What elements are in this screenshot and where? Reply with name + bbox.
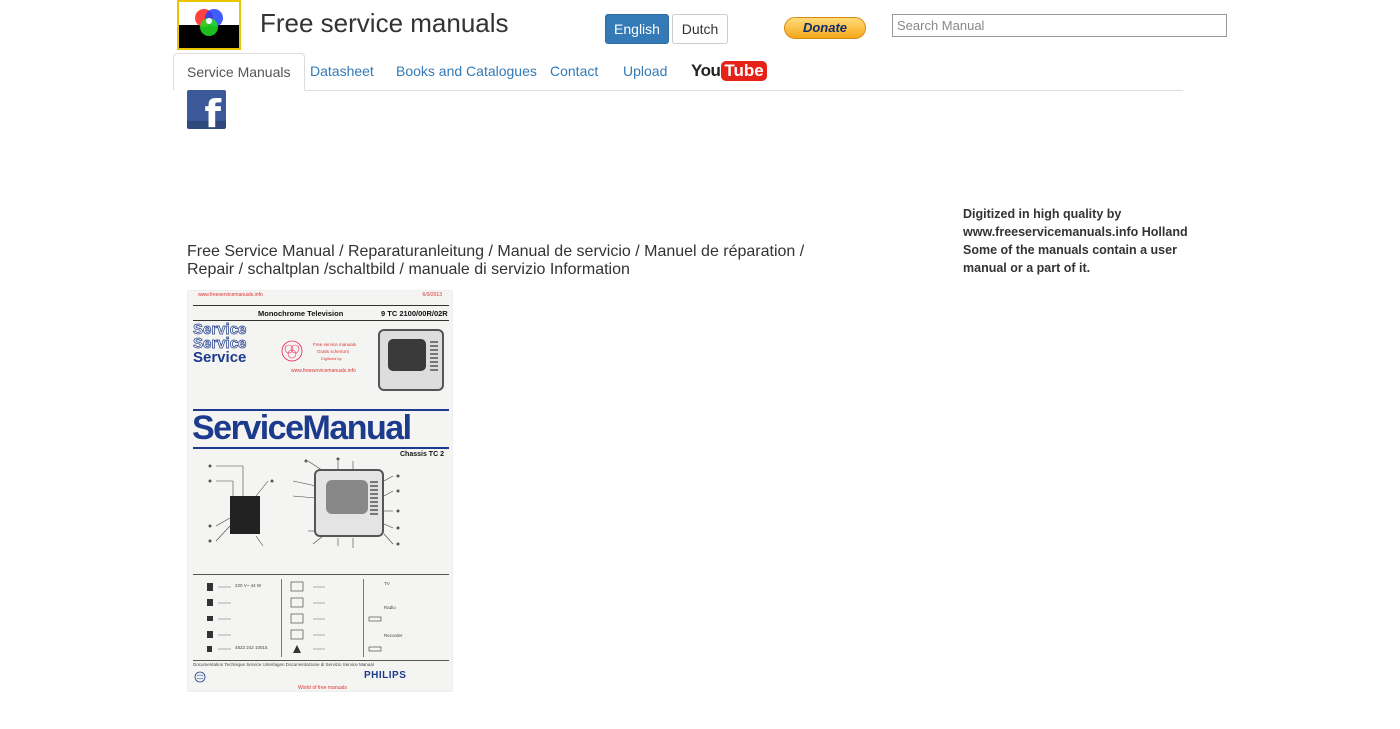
cover-url: www.freeservicemanuals.info xyxy=(198,292,263,298)
youtube-logo-link[interactable]: You Tube xyxy=(691,61,767,81)
manual-headline: Free Service Manual / Reparaturanleitung… xyxy=(187,243,805,278)
cover-date: 6/9/2013 xyxy=(422,292,442,298)
site-logo[interactable] xyxy=(177,0,241,50)
spec-table: 220 V~ 44 W 4822 242 10015 TV Radio Reco… xyxy=(193,574,449,661)
facebook-glyph: f xyxy=(204,92,221,129)
site-title[interactable]: Free service manuals xyxy=(260,8,509,39)
spec-table-lines xyxy=(207,581,382,653)
stamp-line-3: Digitized by xyxy=(321,356,342,361)
philips-shield-icon xyxy=(194,671,206,683)
manual-cover-image[interactable]: www.freeservicemanuals.info 6/9/2013 Mon… xyxy=(187,290,453,692)
cover-world-text: World of free manuals xyxy=(298,685,347,691)
note-line: www.freeservicemanuals.info Holland xyxy=(963,225,1188,239)
stamp-logo-icon xyxy=(281,340,303,362)
tv-illustration-bottom xyxy=(314,469,384,537)
spec-power: 220 V~ 44 W xyxy=(235,583,262,588)
tab-contact[interactable]: Contact xyxy=(550,53,598,90)
cover-model: 9 TC 2100/00R/02R xyxy=(381,309,448,318)
cover-title: ServiceManual xyxy=(192,409,412,447)
stamp-line-1: Free service manuals xyxy=(313,342,357,347)
cover-footer-text: Documentation Technique Service Unterlag… xyxy=(193,660,449,667)
tv-illustration-top xyxy=(378,329,444,391)
spec-radio: Radio xyxy=(384,605,396,610)
youtube-tube-text: Tube xyxy=(721,61,767,81)
cover-rule-bottom xyxy=(193,447,449,449)
donate-button[interactable]: Donate xyxy=(784,17,866,39)
cover-stamp: Free service manuals Gratis schema's Dig… xyxy=(281,336,371,376)
tab-datasheet[interactable]: Datasheet xyxy=(310,53,374,90)
search-input[interactable] xyxy=(892,14,1227,37)
language-english-button[interactable]: English xyxy=(605,14,669,44)
spec-part-number: 4822 242 10015 xyxy=(235,645,268,650)
spec-tv: TV xyxy=(384,581,390,586)
main-nav: Service Manuals Datasheet Books and Cata… xyxy=(173,53,1183,91)
language-dutch-button[interactable]: Dutch xyxy=(672,14,728,44)
tab-upload[interactable]: Upload xyxy=(623,53,667,90)
remote-box-illustration xyxy=(230,496,260,534)
youtube-you-text: You xyxy=(691,61,721,80)
spec-recorder: Recorder xyxy=(384,633,403,638)
rgb-circles-icon xyxy=(195,9,223,36)
tab-service-manuals[interactable]: Service Manuals xyxy=(173,53,305,91)
facebook-icon[interactable]: f xyxy=(187,90,226,129)
note-line: Some of the manuals contain a user xyxy=(963,243,1177,257)
cover-service-solid: Service xyxy=(193,349,247,366)
note-line: Digitized in high quality by xyxy=(963,207,1122,221)
stamp-line-2: Gratis schema's xyxy=(317,349,350,354)
cover-product: Monochrome Television xyxy=(258,309,344,318)
philips-logo: PHILIPS xyxy=(364,670,407,681)
tab-books-and-catalogues[interactable]: Books and Catalogues xyxy=(396,53,537,90)
digitized-note: Digitized in high quality by www.freeser… xyxy=(963,205,1203,277)
stamp-url: www.freeservicemanuals.info xyxy=(291,368,356,374)
note-line: manual or a part of it. xyxy=(963,261,1091,275)
